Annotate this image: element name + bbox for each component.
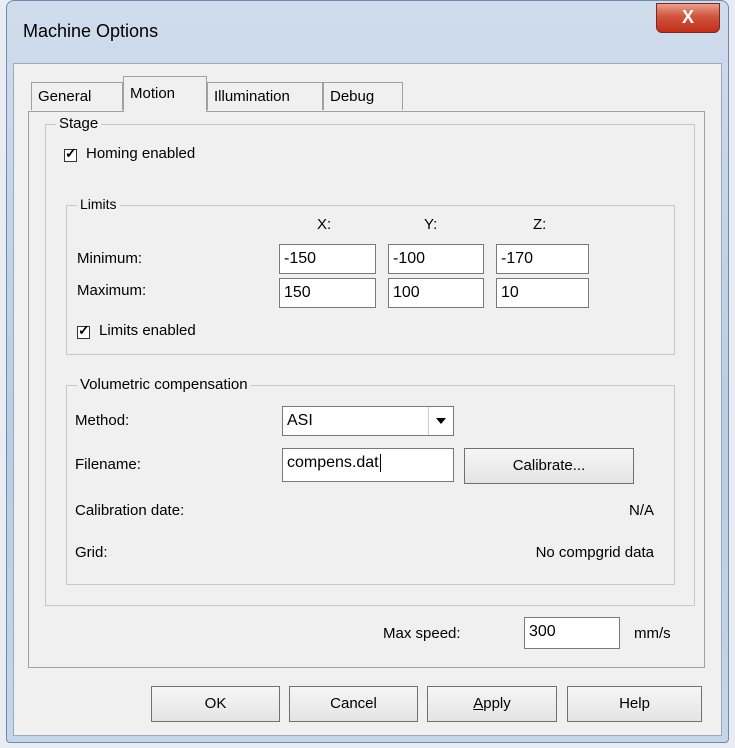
volumetric-compensation-group: Volumetric compensation Method: ASI File…	[66, 376, 675, 585]
help-button[interactable]: Help	[567, 686, 702, 722]
method-select[interactable]: ASI	[282, 406, 454, 436]
max-speed-unit: mm/s	[634, 625, 671, 642]
apply-button[interactable]: Apply	[427, 686, 557, 722]
tab-general[interactable]: General	[31, 82, 123, 110]
min-x-input[interactable]: -150	[279, 244, 376, 274]
method-label: Method:	[75, 412, 130, 429]
axis-z-header: Z:	[533, 216, 547, 233]
tab-motion[interactable]: Motion	[123, 76, 207, 112]
grid-label: Grid:	[75, 544, 108, 561]
tab-debug[interactable]: Debug	[323, 82, 403, 110]
cancel-button[interactable]: Cancel	[289, 686, 418, 722]
maximum-label: Maximum:	[77, 282, 147, 299]
limits-enabled-label: Limits enabled	[99, 322, 196, 339]
close-button[interactable]: X	[656, 3, 720, 33]
max-speed-label: Max speed:	[383, 625, 461, 642]
machine-options-dialog: Machine Options X General Motion Illumin…	[6, 0, 729, 743]
filename-input[interactable]: compens.dat	[282, 448, 454, 482]
filename-value: compens.dat	[287, 454, 379, 471]
chevron-down-icon[interactable]	[428, 407, 453, 435]
max-z-input[interactable]: 10	[496, 278, 589, 308]
ok-button[interactable]: OK	[151, 686, 280, 722]
limits-enabled-checkbox[interactable]	[77, 322, 90, 339]
axis-y-header: Y:	[424, 216, 438, 233]
stage-group: Stage Homing enabled Limits X: Y: Z: Min…	[45, 115, 695, 606]
grid-value: No compgrid data	[535, 544, 654, 561]
calibrate-button[interactable]: Calibrate...	[464, 448, 634, 484]
motion-tab-panel: Stage Homing enabled Limits X: Y: Z: Min…	[28, 111, 705, 668]
close-icon: X	[681, 7, 694, 27]
title-bar[interactable]: Machine Options X	[7, 1, 728, 63]
text-cursor	[379, 453, 381, 472]
dialog-client-area: General Motion Illumination Debug Stage …	[13, 63, 722, 736]
limits-group-label: Limits	[77, 196, 120, 212]
homing-enabled-label: Homing enabled	[86, 145, 196, 162]
min-y-input[interactable]: -100	[388, 244, 484, 274]
window-title: Machine Options	[23, 21, 159, 41]
filename-label: Filename:	[75, 456, 141, 473]
method-value: ASI	[287, 412, 313, 429]
calibration-date-label: Calibration date:	[75, 502, 185, 519]
max-y-input[interactable]: 100	[388, 278, 484, 308]
calibration-date-value: N/A	[628, 502, 654, 519]
volumetric-compensation-label: Volumetric compensation	[77, 376, 251, 393]
min-z-input[interactable]: -170	[496, 244, 589, 274]
apply-mnemonic: A	[473, 695, 484, 712]
max-speed-input[interactable]: 300	[524, 617, 620, 649]
axis-x-header: X:	[317, 216, 332, 233]
homing-enabled-checkbox[interactable]	[64, 145, 77, 162]
apply-label-rest: pply	[483, 695, 511, 712]
max-x-input[interactable]: 150	[279, 278, 376, 308]
minimum-label: Minimum:	[77, 250, 143, 267]
limits-group: Limits X: Y: Z: Minimum: -150 -100 -170 …	[66, 196, 675, 355]
stage-group-label: Stage	[56, 115, 102, 132]
tab-illumination[interactable]: Illumination	[207, 82, 323, 110]
